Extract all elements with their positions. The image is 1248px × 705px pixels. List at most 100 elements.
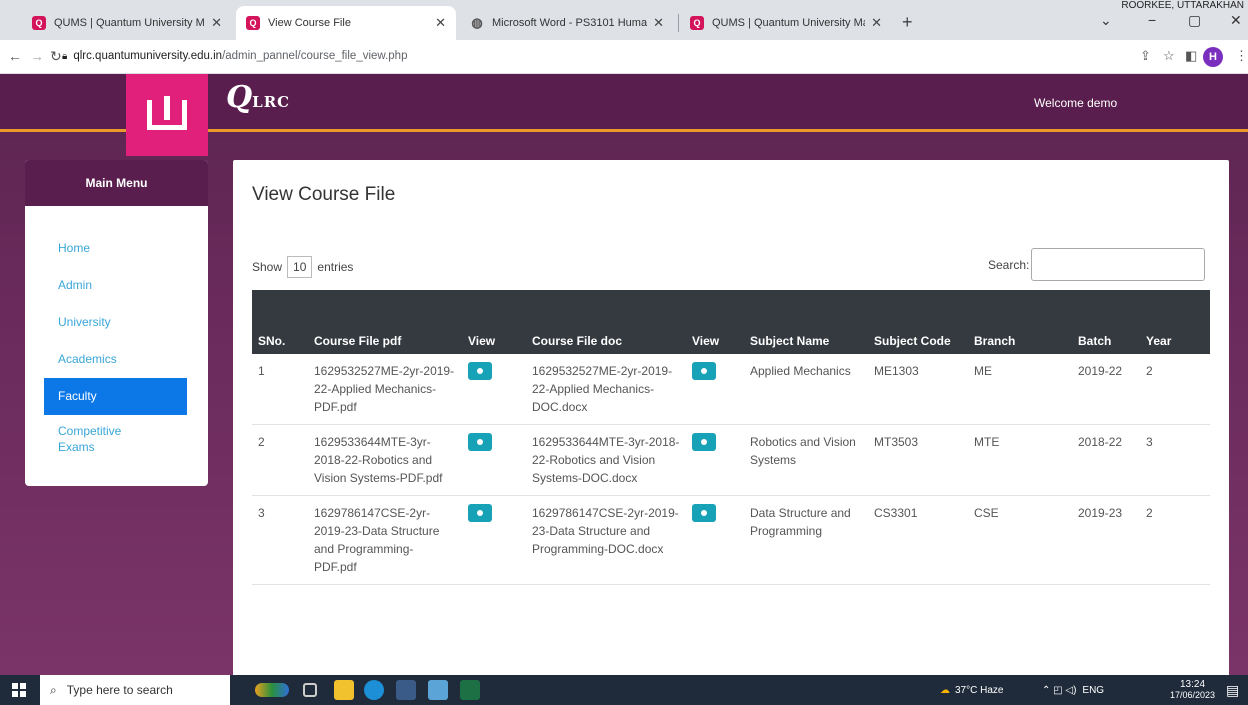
tab-microsoft-word[interactable]: ◍ Microsoft Word - PS3101 Human ✕ <box>460 6 674 40</box>
edge-browser-icon[interactable] <box>364 680 384 700</box>
close-window-button[interactable]: ✕ <box>1230 12 1242 29</box>
show-entries-control: Show 10 entries <box>252 256 353 278</box>
taskbar-widget-icon[interactable] <box>255 683 289 697</box>
close-tab-icon[interactable]: ✕ <box>871 15 882 31</box>
tab-separator <box>678 14 679 32</box>
sidebar-item-competitive-exams[interactable]: Competitive Exams <box>25 415 155 455</box>
close-tab-icon[interactable]: ✕ <box>653 15 664 31</box>
forward-arrow-icon[interactable]: → <box>30 48 44 64</box>
tab-title: QUMS | Quantum University Mar <box>712 17 866 29</box>
weather-tray[interactable]: ☁ 37°C Haze <box>940 675 1003 705</box>
clock[interactable]: 13:24 17/06/2023 <box>1170 675 1215 705</box>
close-tab-icon[interactable]: ✕ <box>435 15 446 31</box>
brand-logo-text[interactable]: QLRC <box>226 80 290 115</box>
view-pdf-eye-icon[interactable] <box>468 433 492 451</box>
cell-view-doc <box>686 495 744 585</box>
logo-mark-icon <box>147 96 187 130</box>
cell-batch: 2018-22 <box>1072 424 1140 496</box>
cell-branch: CSE <box>968 495 1072 585</box>
windows-start-icon[interactable] <box>12 683 26 697</box>
lock-icon: 🔒︎ <box>62 51 68 62</box>
store-icon[interactable] <box>396 680 416 700</box>
view-doc-eye-icon[interactable] <box>692 433 716 451</box>
cell-year: 2 <box>1140 354 1210 425</box>
view-doc-eye-icon[interactable] <box>692 504 716 522</box>
share-icon[interactable]: ⇪ <box>1140 48 1151 64</box>
sidebar-item-faculty[interactable]: Faculty <box>44 378 187 415</box>
cell-view-pdf <box>462 354 526 425</box>
sidebar: Main Menu Home Admin University Academic… <box>25 160 208 486</box>
tab-title: Microsoft Word - PS3101 Human <box>492 17 648 29</box>
sidebar-item-university[interactable]: University <box>25 304 208 341</box>
col-subject-code[interactable]: Subject Code <box>868 290 968 354</box>
content-card: View Course File Show 10 entries Search:… <box>233 160 1229 675</box>
language-indicator[interactable]: ENG <box>1082 685 1104 696</box>
col-course-file-pdf[interactable]: Course File pdf <box>308 290 462 354</box>
tab-search-icon[interactable]: ⌄ <box>1100 12 1112 29</box>
weather-icon: ☁ <box>940 684 950 696</box>
cell-view-doc <box>686 354 744 425</box>
notification-icon[interactable]: ▤ <box>1226 675 1239 705</box>
tray-icons[interactable]: ⌃ ◰ ◁) <box>1042 685 1076 696</box>
table-row: 1 1629532527ME-2yr-2019-22-Applied Mecha… <box>252 354 1210 425</box>
cell-doc-filename: 1629786147CSE-2yr-2019-23-Data Structure… <box>526 495 686 585</box>
sidebar-item-home[interactable]: Home <box>25 230 208 267</box>
maximize-button[interactable]: ▢ <box>1188 12 1201 29</box>
col-batch[interactable]: Batch <box>1072 290 1140 354</box>
search-control: Search: <box>988 248 1206 281</box>
sidebar-item-academics[interactable]: Academics <box>25 341 208 378</box>
clock-time: 13:24 <box>1180 679 1206 690</box>
view-doc-eye-icon[interactable] <box>692 362 716 380</box>
task-view-icon[interactable] <box>303 683 317 697</box>
col-view-pdf[interactable]: View <box>462 290 526 354</box>
reload-icon[interactable]: ↻ <box>50 48 62 65</box>
cell-sno: 3 <box>252 495 308 585</box>
taskbar-search-placeholder: Type here to search <box>66 683 173 697</box>
address-bar-row: ← → ↻ 🔒︎ qlrc.quantumuniversity.edu.in/ad… <box>0 40 1248 74</box>
cell-subject-name: Robotics and Vision Systems <box>744 424 868 496</box>
university-logo[interactable] <box>126 74 208 156</box>
overlay-location-text: ROORKEE, UTTARAKHAN <box>1121 0 1244 11</box>
col-branch[interactable]: Branch <box>968 290 1072 354</box>
col-subject-name[interactable]: Subject Name <box>744 290 868 354</box>
sidebar-title: Main Menu <box>25 160 208 206</box>
tab-title: QUMS | Quantum University Mar <box>54 17 206 29</box>
close-tab-icon[interactable]: ✕ <box>211 15 222 31</box>
back-arrow-icon[interactable]: ← <box>8 48 22 64</box>
col-sno[interactable]: SNo. <box>252 290 308 354</box>
col-view-doc[interactable]: View <box>686 290 744 354</box>
chrome-icon[interactable] <box>428 680 448 700</box>
tab-qums-2[interactable]: Q QUMS | Quantum University Mar ✕ <box>680 6 892 40</box>
quantum-favicon-icon: Q <box>246 16 260 30</box>
excel-icon[interactable] <box>460 680 480 700</box>
view-pdf-eye-icon[interactable] <box>468 362 492 380</box>
tab-view-course-file[interactable]: Q View Course File ✕ <box>236 6 456 40</box>
sidepanel-icon[interactable]: ◧ <box>1185 48 1197 64</box>
cell-view-pdf <box>462 495 526 585</box>
sidebar-item-admin[interactable]: Admin <box>25 267 208 304</box>
cell-pdf-filename: 1629533644MTE-3yr-2018-22-Robotics and V… <box>308 424 462 496</box>
taskbar-search-box[interactable]: ⌕ Type here to search <box>40 675 230 705</box>
table-row: 2 1629533644MTE-3yr-2018-22-Robotics and… <box>252 424 1210 496</box>
cell-pdf-filename: 1629532527ME-2yr-2019-22-Applied Mechani… <box>308 354 462 425</box>
bookmark-star-icon[interactable]: ☆ <box>1163 48 1175 64</box>
page-body: Welcome demo QLRC Main Menu Home Admin U… <box>0 74 1248 675</box>
menu-kebab-icon[interactable]: ⋮ <box>1235 48 1248 64</box>
file-explorer-icon[interactable] <box>334 680 354 700</box>
search-icon: ⌕ <box>50 682 57 697</box>
cell-doc-filename: 1629532527ME-2yr-2019-22-Applied Mechani… <box>526 354 686 425</box>
cell-subject-name: Data Structure and Programming <box>744 495 868 585</box>
search-input[interactable] <box>1031 248 1206 281</box>
col-course-file-doc[interactable]: Course File doc <box>526 290 686 354</box>
url-field[interactable]: 🔒︎ qlrc.quantumuniversity.edu.in/admin_pa… <box>62 50 407 62</box>
cell-subject-code: MT3503 <box>868 424 968 496</box>
minimize-button[interactable]: − <box>1148 12 1156 28</box>
new-tab-button[interactable]: + <box>902 12 913 33</box>
entries-select[interactable]: 10 <box>287 256 313 278</box>
view-pdf-eye-icon[interactable] <box>468 504 492 522</box>
cell-batch: 2019-23 <box>1072 495 1140 585</box>
profile-avatar[interactable]: H <box>1203 47 1223 67</box>
col-year[interactable]: Year <box>1140 290 1210 354</box>
cell-branch: ME <box>968 354 1072 425</box>
tab-qums-1[interactable]: Q QUMS | Quantum University Mar ✕ <box>22 6 232 40</box>
